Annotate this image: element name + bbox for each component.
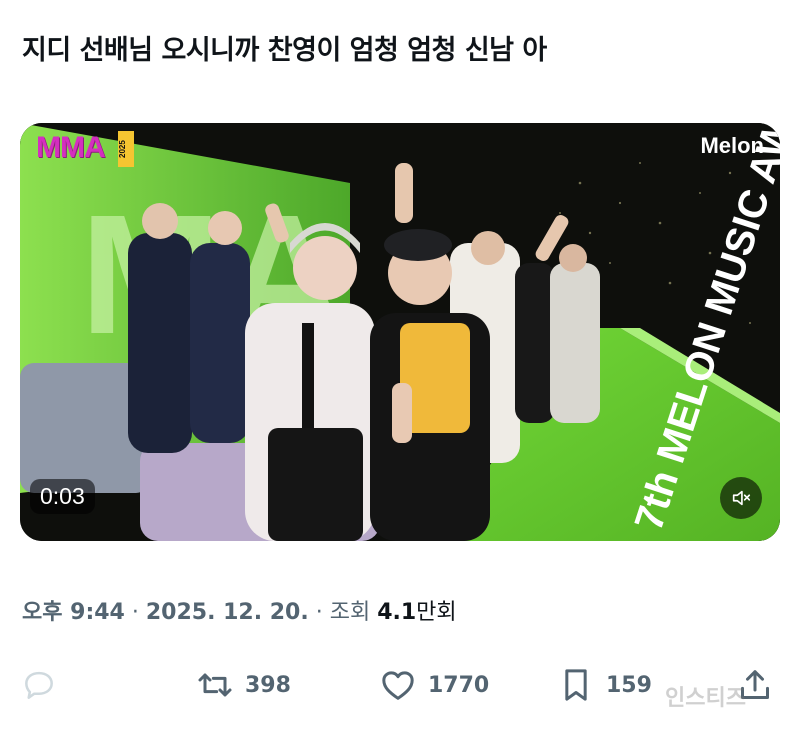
heart-icon — [382, 671, 414, 700]
meta-separator: · — [124, 600, 146, 625]
tweet-text: 지디 선배님 오시니까 찬영이 엄청 엄청 신남 아 — [22, 35, 547, 66]
melon-logo: Melon — [700, 133, 764, 158]
tweet-time[interactable]: 오후 9:44 — [22, 600, 125, 625]
views-unit: 만회 — [416, 600, 457, 625]
bookmark-count: 159 — [606, 672, 652, 698]
bookmark-icon — [565, 669, 587, 701]
meta-separator: · — [308, 600, 330, 625]
views-count: 4.1 — [377, 600, 417, 625]
reply-bubble-icon — [25, 671, 53, 699]
mma-logo: MMA — [36, 131, 106, 164]
like-count: 1770 — [428, 672, 490, 698]
bookmark-button[interactable]: 159 — [556, 660, 652, 710]
tweet-date[interactable]: 2025. 12. 20. — [146, 600, 309, 625]
mma-year-badge: 2025 — [118, 131, 134, 167]
tweet-metadata: 오후 9:44 · 2025. 12. 20. · 조회 4.1만회 — [22, 594, 457, 626]
speaker-muted-icon — [732, 490, 751, 506]
watermark: 인스티즈 — [665, 686, 746, 711]
views-label: 조회 — [329, 600, 371, 625]
video-timestamp: 0:03 — [30, 479, 95, 514]
like-button[interactable]: 1770 — [378, 660, 489, 710]
reply-button[interactable] — [20, 660, 58, 710]
retweet-icon — [198, 673, 232, 697]
retweet-count: 398 — [245, 672, 291, 698]
retweet-button[interactable]: 398 — [195, 660, 291, 710]
video-player[interactable]: MA 7th MELON MUSIC AWARDS — [20, 123, 780, 541]
video-frame: MA 7th MELON MUSIC AWARDS — [20, 123, 780, 541]
mute-button[interactable] — [720, 477, 762, 519]
